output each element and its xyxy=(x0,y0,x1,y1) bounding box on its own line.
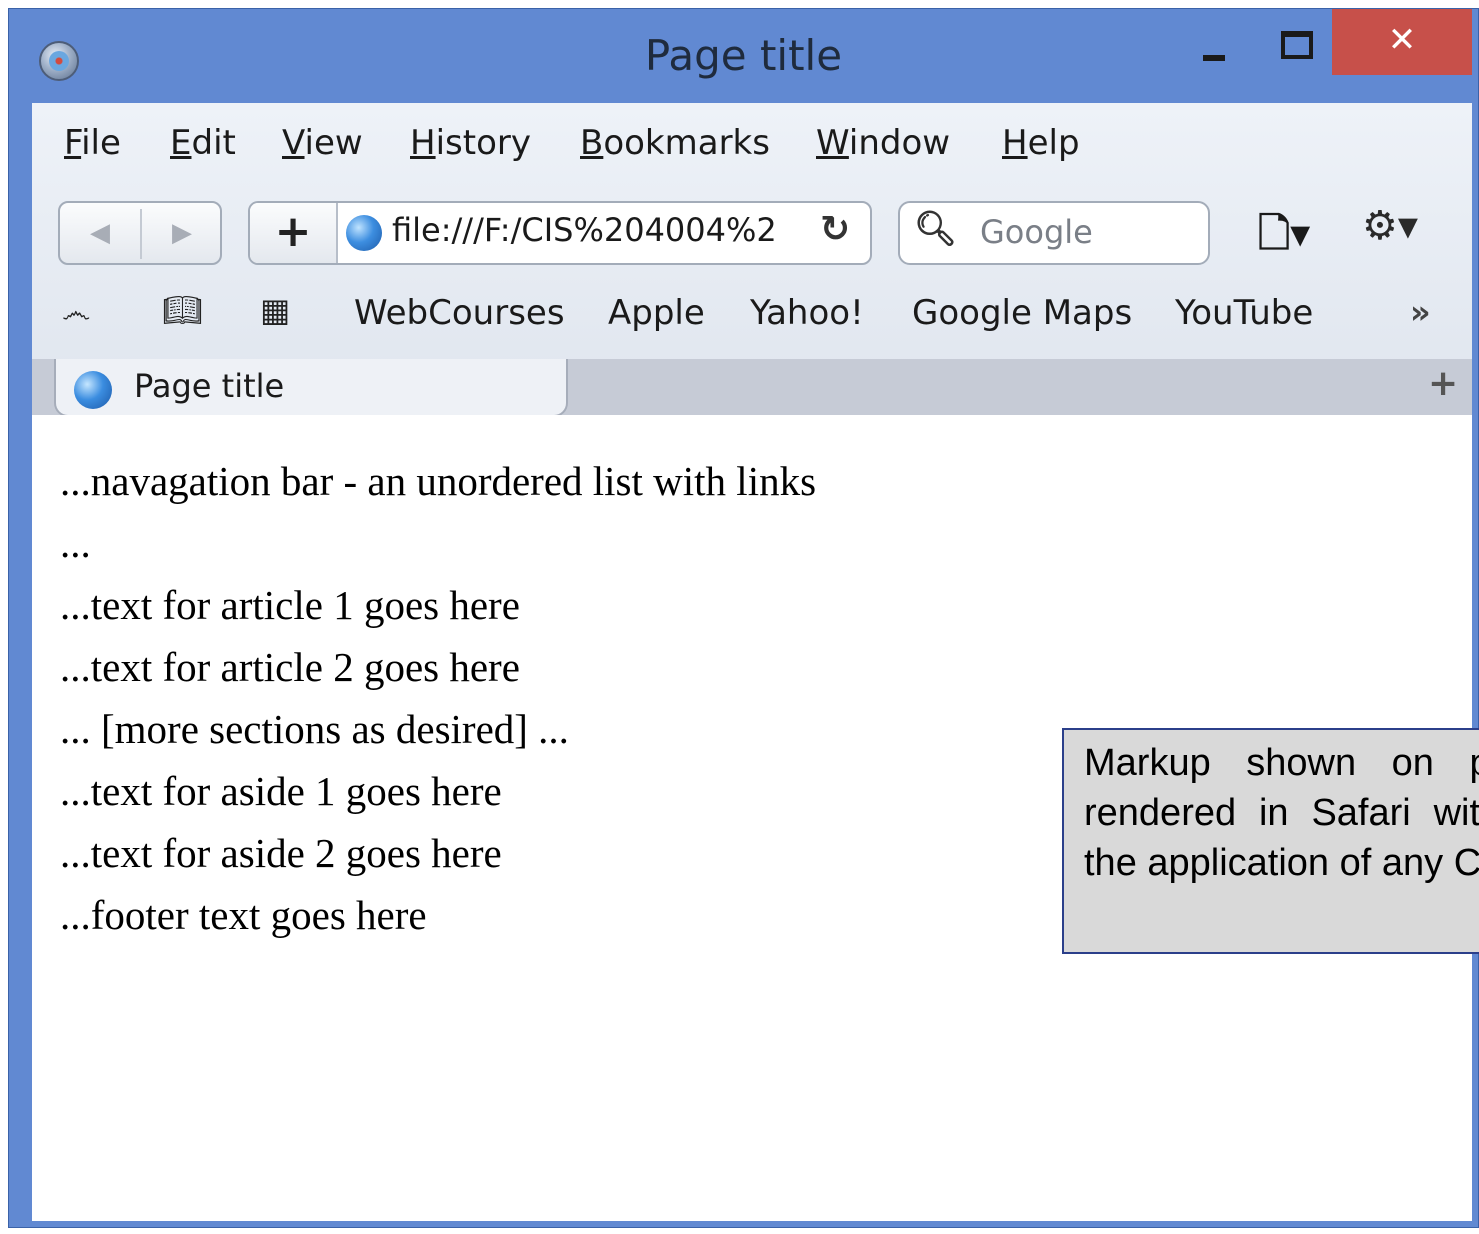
page-menu-icon[interactable]: 🗋▾ xyxy=(1258,205,1310,273)
bookmark-youtube[interactable]: YouTube xyxy=(1175,293,1313,333)
address-bar[interactable]: + file:///F:/CIS%204004%2 ↻ xyxy=(248,201,872,265)
maximize-button[interactable] xyxy=(1259,9,1329,75)
bookmarks-bar: ෴ 📖︎ ▦ WebCourses Apple Yahoo! Google Ma… xyxy=(32,291,1472,347)
title-bar: Page title ✕ xyxy=(9,9,1478,104)
menu-window[interactable]: Window xyxy=(816,123,950,163)
tab-bar: Page title + xyxy=(32,359,1472,417)
url-field[interactable]: file:///F:/CIS%204004%2 xyxy=(392,211,812,249)
content-line: ...footer text goes here xyxy=(60,892,427,938)
chevron-icon[interactable]: » xyxy=(1410,293,1431,331)
content-line: ... [more sections as desired] ... xyxy=(60,706,569,752)
search-bar[interactable]: 🔍︎ xyxy=(898,201,1210,265)
tab-page-title[interactable]: Page title xyxy=(54,359,568,417)
menu-bookmarks[interactable]: Bookmarks xyxy=(580,123,770,163)
minimize-button[interactable] xyxy=(1185,9,1241,75)
content-line: ...text for aside 1 goes here xyxy=(60,768,502,814)
bookmark-webcourses[interactable]: WebCourses xyxy=(354,293,565,333)
menu-history[interactable]: History xyxy=(410,123,531,163)
globe-icon xyxy=(74,371,112,409)
close-button[interactable]: ✕ xyxy=(1332,9,1472,75)
content-line: ...navagation bar - an unordered list wi… xyxy=(60,458,817,504)
annotation-callout: Markup shown on page rendered in Safari … xyxy=(1062,728,1479,954)
reading-list-icon[interactable]: ෴ xyxy=(62,295,90,330)
content-line: ... xyxy=(60,520,91,566)
callout-text: Markup shown on page rendered in Safari … xyxy=(1084,742,1479,884)
globe-icon xyxy=(346,215,382,251)
menu-help[interactable]: Help xyxy=(1002,123,1080,163)
browser-chrome: File Edit View History Bookmarks Window … xyxy=(32,103,1472,417)
menu-view[interactable]: View xyxy=(282,123,363,163)
back-icon[interactable]: ◀ xyxy=(60,203,140,263)
toolbar: ◀ ▶ + file:///F:/CIS%204004%2 ↻ 🔍︎ 🗋▾ ⚙▾ xyxy=(32,201,1472,271)
bookmark-apple[interactable]: Apple xyxy=(608,293,705,333)
top-sites-icon[interactable]: ▦ xyxy=(260,291,290,329)
bookmark-google-maps[interactable]: Google Maps xyxy=(912,293,1132,333)
new-tab-button[interactable]: + xyxy=(1428,363,1458,404)
menu-edit[interactable]: Edit xyxy=(170,123,236,163)
window-title: Page title xyxy=(644,31,843,80)
content-line: ...text for article 1 goes here xyxy=(60,582,520,628)
gear-icon[interactable]: ⚙▾ xyxy=(1362,203,1418,249)
bookmark-yahoo[interactable]: Yahoo! xyxy=(750,293,864,333)
content-line: ...text for aside 2 goes here xyxy=(60,830,502,876)
add-bookmark-button[interactable]: + xyxy=(250,203,338,263)
search-input[interactable] xyxy=(980,213,1200,251)
bookmarks-icon[interactable]: 📖︎ xyxy=(162,291,203,329)
content-line: ...text for article 2 goes here xyxy=(60,644,520,690)
forward-icon[interactable]: ▶ xyxy=(142,203,222,263)
reload-icon[interactable]: ↻ xyxy=(820,209,850,250)
tab-label: Page title xyxy=(134,367,285,405)
browser-window: Page title ✕ File Edit View History Book… xyxy=(8,8,1479,1228)
search-icon[interactable]: 🔍︎ xyxy=(914,209,957,249)
nav-buttons: ◀ ▶ xyxy=(58,201,222,265)
menu-file[interactable]: File xyxy=(64,123,121,163)
